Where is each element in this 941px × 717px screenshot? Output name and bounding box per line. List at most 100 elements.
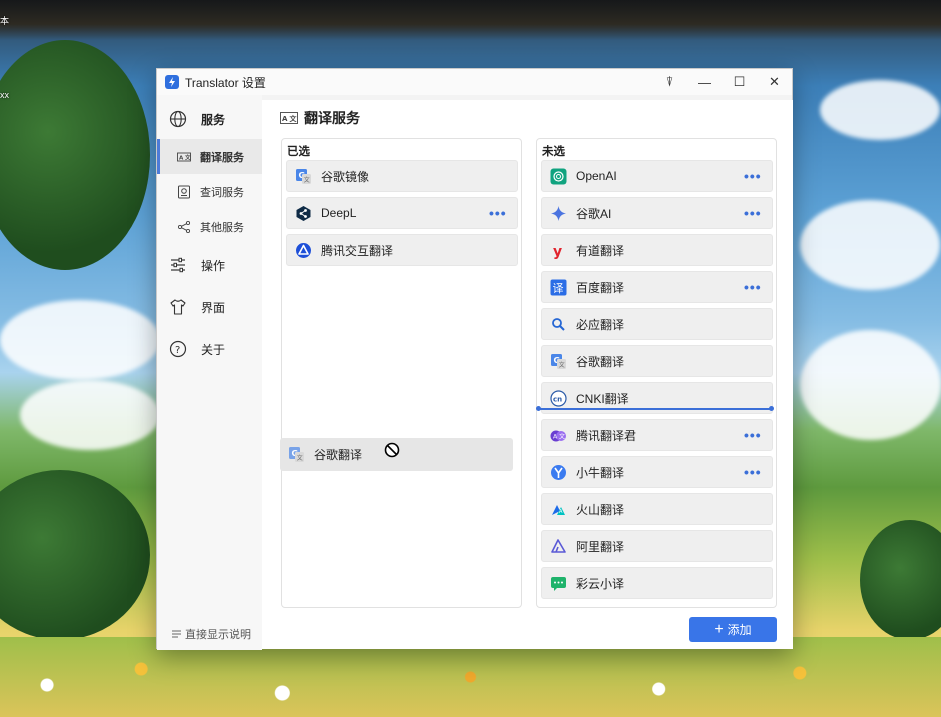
tree: [0, 470, 150, 640]
service-item[interactable]: 彩云小译: [541, 567, 773, 599]
cloud: [800, 330, 941, 440]
service-item[interactable]: OpenAI •••: [541, 160, 773, 192]
desktop-label: 本: [0, 16, 10, 26]
add-button[interactable]: + 添加: [689, 617, 777, 642]
sidebar-item-about[interactable]: ? 关于: [157, 328, 262, 370]
panel-title: 未选: [542, 146, 565, 158]
cloud: [20, 380, 160, 450]
cloud: [0, 300, 160, 380]
service-item[interactable]: G文 谷歌翻译: [541, 345, 773, 377]
niutrans-icon: [550, 464, 567, 481]
page-title-text: 翻译服务: [304, 110, 360, 126]
sidebar-item-label: 界面: [201, 300, 226, 315]
svg-text:y: y: [553, 244, 562, 259]
panel-title: 已选: [287, 146, 310, 158]
content-area: A 文 翻译服务 已选 G文 谷歌镜像 DeepL ••• 腾讯交互翻译 未选 …: [262, 100, 793, 649]
title-bar: Translator 设置 ⍒ — ☐ ✕: [157, 69, 792, 95]
alibaba-icon: [550, 538, 567, 555]
cnki-icon: cn: [550, 389, 567, 407]
svg-text:?: ?: [175, 345, 180, 356]
volcengine-icon: A: [550, 501, 567, 518]
drop-indicator: [536, 406, 774, 411]
service-item-label: 谷歌镜像: [321, 169, 370, 184]
sidebar-item-dictionary-service[interactable]: 查词服务: [157, 174, 262, 209]
service-item-label: OpenAI: [576, 169, 617, 183]
sidebar-item-label: 关于: [201, 342, 226, 357]
sidebar-item-label: 翻译服务: [200, 151, 244, 164]
help-toggle-link[interactable]: 直接显示说明: [171, 626, 251, 642]
sidebar-item-other-service[interactable]: 其他服务: [157, 209, 262, 244]
deepl-icon: [295, 205, 312, 222]
service-item[interactable]: 必应翻译: [541, 308, 773, 340]
sidebar-item-operation[interactable]: 操作: [157, 244, 262, 286]
window-title: Translator 设置: [185, 75, 266, 90]
service-item-label: CNKI翻译: [576, 391, 629, 406]
baidu-icon: 译: [550, 279, 567, 296]
page-title: A 文 翻译服务: [280, 108, 360, 128]
not-allowed-cursor-icon: [384, 442, 400, 458]
service-item[interactable]: DeepL •••: [286, 197, 518, 229]
sidebar-item-service[interactable]: 服务: [157, 99, 262, 139]
service-item-label: 谷歌翻译: [576, 354, 625, 369]
sidebar: 服务 A 文 翻译服务 查词服务 其他服务 操作 界面 ? 关于 直接显示说明: [157, 95, 262, 650]
more-options-icon[interactable]: •••: [744, 168, 772, 184]
service-item[interactable]: y 有道翻译: [541, 234, 773, 266]
service-item-label: 有道翻译: [576, 243, 625, 258]
translate-icon: A 文: [177, 152, 191, 161]
sliders-icon: [171, 257, 185, 273]
service-item-label: 火山翻译: [576, 502, 625, 517]
service-item-label: 腾讯交互翻译: [321, 243, 394, 258]
service-item-label: 谷歌翻译: [314, 448, 363, 462]
service-item[interactable]: 小牛翻译 •••: [541, 456, 773, 488]
minimize-button[interactable]: —: [687, 69, 722, 95]
more-options-icon[interactable]: •••: [744, 427, 772, 443]
service-item-label: 彩云小译: [576, 576, 625, 591]
google-translate-icon: G文: [295, 168, 312, 185]
cloud: [820, 80, 940, 140]
service-item[interactable]: A 火山翻译: [541, 493, 773, 525]
svg-text:文: 文: [304, 176, 310, 184]
caiyun-icon: [550, 575, 567, 592]
svg-text:文: 文: [559, 361, 565, 369]
svg-text:译: 译: [553, 282, 564, 295]
service-item-label: 必应翻译: [576, 317, 625, 332]
selected-services-panel: 已选 G文 谷歌镜像 DeepL ••• 腾讯交互翻译: [281, 138, 522, 608]
sidebar-item-translate-service[interactable]: A 文 翻译服务: [157, 139, 262, 174]
more-options-icon[interactable]: •••: [744, 279, 772, 295]
service-item-label: 腾讯翻译君: [576, 428, 637, 443]
tencent-icon: A文: [550, 427, 567, 444]
svg-text:文: 文: [297, 454, 303, 462]
gemini-icon: [550, 205, 567, 222]
svg-text:文: 文: [290, 114, 298, 123]
unselected-services-panel: 未选 OpenAI ••• 谷歌AI ••• y 有道翻译 译 百度翻译 •••…: [536, 138, 777, 608]
service-item-label: DeepL: [321, 206, 357, 220]
desktop-top-decoration: [0, 0, 941, 40]
openai-icon: [550, 168, 567, 185]
close-button[interactable]: ✕: [757, 69, 792, 95]
flower-field: [0, 637, 941, 717]
more-options-icon[interactable]: •••: [744, 205, 772, 221]
service-item[interactable]: A文 腾讯翻译君 •••: [541, 419, 773, 451]
service-item[interactable]: 阿里翻译: [541, 530, 773, 562]
add-button-label: 添加: [727, 623, 752, 637]
maximize-button[interactable]: ☐: [722, 69, 757, 95]
service-item-label: 百度翻译: [576, 280, 625, 295]
google-translate-icon: G文: [288, 446, 305, 463]
cloud: [800, 200, 940, 290]
service-item[interactable]: G文 谷歌镜像: [286, 160, 518, 192]
sidebar-item-label: 查词服务: [200, 186, 244, 199]
more-options-icon[interactable]: •••: [489, 205, 517, 221]
tencent-transmart-icon: [295, 242, 312, 259]
service-item[interactable]: 谷歌AI •••: [541, 197, 773, 229]
service-item-label: 小牛翻译: [576, 465, 625, 480]
sidebar-item-interface[interactable]: 界面: [157, 286, 262, 328]
more-options-icon[interactable]: •••: [744, 464, 772, 480]
question-icon: ?: [169, 340, 187, 358]
svg-text:文: 文: [559, 432, 565, 440]
app-logo-icon: [165, 75, 179, 89]
plus-icon: +: [714, 620, 724, 638]
service-item[interactable]: 腾讯交互翻译: [286, 234, 518, 266]
service-item[interactable]: 译 百度翻译 •••: [541, 271, 773, 303]
dictionary-icon: [178, 185, 190, 198]
pin-button[interactable]: ⍒: [652, 69, 687, 95]
